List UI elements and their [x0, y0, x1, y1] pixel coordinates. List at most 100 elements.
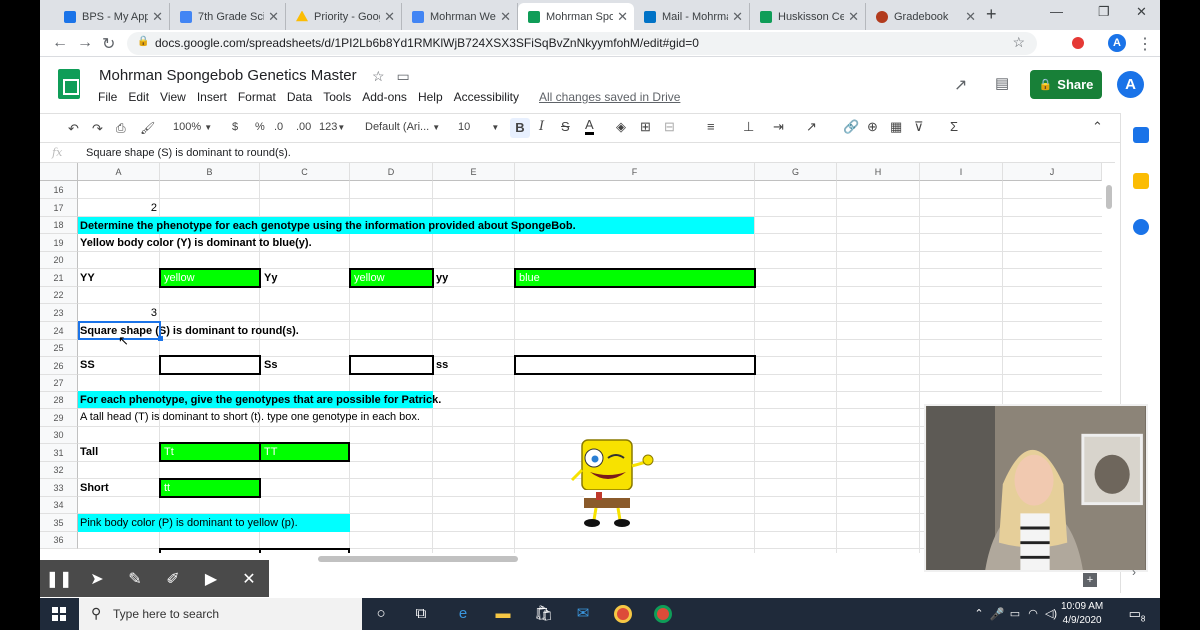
url-bar[interactable]: 🔒 docs.google.com/spreadsheets/d/1PI2Lb6… — [127, 32, 1037, 55]
window-close-icon[interactable]: ✕ — [1136, 4, 1147, 20]
row-header[interactable]: 25 — [40, 340, 78, 357]
cell-f21[interactable]: blue — [514, 268, 756, 288]
column-header[interactable]: E — [433, 163, 515, 181]
task-view-icon[interactable]: ⧉ — [412, 605, 430, 623]
text-rotation-icon[interactable]: ↗ — [806, 119, 817, 135]
redo-icon[interactable]: ↷ — [92, 121, 103, 137]
activity-trend-icon[interactable]: ↗ — [954, 75, 967, 95]
spongebob-image[interactable] — [568, 436, 658, 528]
pause-icon[interactable]: ❚❚ — [40, 560, 78, 597]
webcam-icon[interactable]: ▶ — [192, 560, 230, 597]
row-header[interactable]: 27 — [40, 375, 78, 392]
wifi-icon[interactable]: ◠ — [1024, 605, 1042, 623]
share-button[interactable]: 🔒 Share — [1030, 70, 1102, 99]
decrease-decimal-button[interactable]: .0 — [274, 121, 283, 133]
comments-icon[interactable]: ▤ — [995, 74, 1009, 92]
taskbar-clock[interactable]: 10:09 AM 4/9/2020 — [1061, 600, 1103, 628]
font-select[interactable]: Default (Ari... ▼ — [365, 121, 440, 133]
menu-edit[interactable]: Edit — [128, 90, 149, 104]
vertical-scrollbar[interactable] — [1106, 185, 1112, 209]
formula-bar[interactable]: fx Square shape (S) is dominant to round… — [40, 143, 1115, 163]
row-header[interactable]: 29 — [40, 409, 78, 427]
document-title[interactable]: Mohrman Spongebob Genetics Master — [99, 67, 357, 84]
cell-row35-instruction[interactable]: Pink body color (P) is dominant to yello… — [78, 514, 350, 532]
close-icon[interactable]: ✕ — [152, 9, 163, 25]
row-header[interactable]: 24 — [40, 322, 78, 340]
highlighter-icon[interactable]: ✐ — [154, 560, 192, 597]
row-header[interactable]: 28 — [40, 392, 78, 409]
strikethrough-button[interactable]: S — [561, 119, 570, 134]
menu-help[interactable]: Help — [418, 90, 443, 104]
cell-c26[interactable]: Ss — [262, 356, 350, 374]
horizontal-align-icon[interactable]: ≡ — [707, 119, 715, 134]
bold-button[interactable]: B — [510, 118, 530, 138]
row-header[interactable]: 34 — [40, 497, 78, 514]
cell-row18-instruction[interactable]: Determine the phenotype for each genotyp… — [78, 217, 754, 234]
notifications-icon[interactable]: ▭8 — [1128, 605, 1146, 624]
volume-icon[interactable]: ◁) — [1042, 605, 1060, 623]
currency-format-button[interactable]: $ — [232, 121, 238, 133]
print-icon[interactable]: ⎙ — [116, 121, 126, 136]
cell-row19-text[interactable]: Yellow body color (Y) is dominant to blu… — [78, 234, 478, 252]
edge-icon[interactable]: e — [454, 605, 472, 623]
fill-color-icon[interactable]: ◈ — [616, 119, 626, 135]
column-header[interactable]: A — [78, 163, 160, 181]
restore-icon[interactable]: ❐ — [1098, 4, 1110, 20]
row-header[interactable]: 20 — [40, 252, 78, 269]
collapse-toolbar-icon[interactable]: ⌃ — [1092, 119, 1103, 135]
bookmark-star-icon[interactable]: ☆ — [1012, 34, 1025, 51]
store-icon[interactable]: 🛍 — [534, 605, 553, 623]
close-icon[interactable]: ✕ — [965, 9, 976, 25]
column-header[interactable]: H — [837, 163, 920, 181]
close-icon[interactable]: ✕ — [384, 9, 395, 25]
microphone-icon[interactable]: 🎤 — [988, 605, 1006, 623]
row-header[interactable]: 26 — [40, 357, 78, 375]
increase-decimal-button[interactable]: .00 — [296, 121, 311, 133]
cell-b37-answer-box[interactable] — [159, 548, 261, 553]
windows-start-icon[interactable] — [52, 607, 66, 621]
star-icon[interactable]: ☆ — [372, 68, 385, 84]
cell-d21[interactable]: yellow — [349, 268, 434, 288]
row-header[interactable]: 18 — [40, 217, 78, 234]
column-header[interactable]: I — [920, 163, 1003, 181]
cell-a21[interactable]: YY — [78, 269, 160, 287]
row-header[interactable]: 32 — [40, 462, 78, 479]
add-icon[interactable]: + — [1083, 573, 1097, 587]
chrome-icon[interactable] — [614, 605, 632, 623]
cell-d26-answer-box[interactable] — [349, 355, 434, 375]
font-size-select[interactable]: 10 ▼ — [458, 121, 499, 133]
paint-format-icon[interactable]: 🖌 — [140, 121, 155, 135]
cell-row28-instruction[interactable]: For each phenotype, give the genotypes t… — [78, 391, 441, 408]
row-header[interactable]: 19 — [40, 234, 78, 252]
close-icon[interactable]: ✕ — [617, 9, 628, 25]
close-recorder-icon[interactable]: ✕ — [230, 560, 268, 597]
pointer-icon[interactable]: ➤ — [78, 560, 116, 597]
row-header[interactable]: 16 — [40, 181, 78, 199]
profile-avatar[interactable]: A — [1108, 34, 1126, 52]
insert-comment-icon[interactable]: ⊕ — [867, 119, 878, 135]
vertical-align-icon[interactable]: ⊥ — [743, 119, 754, 135]
functions-icon[interactable]: Σ — [950, 119, 958, 134]
close-icon[interactable]: ✕ — [848, 9, 859, 25]
chrome-menu-icon[interactable]: ⋮ — [1137, 34, 1153, 54]
row-header[interactable]: 17 — [40, 199, 78, 217]
cell-a23[interactable]: 3 — [78, 304, 160, 322]
expand-panel-icon[interactable]: › — [1132, 565, 1136, 579]
cell-b21[interactable]: yellow — [159, 268, 261, 288]
browser-tab[interactable]: BPS - My Apps✕ — [54, 3, 170, 30]
browser-tab[interactable]: Huskisson Cele✕ — [750, 3, 866, 30]
file-explorer-icon[interactable]: ▬ — [494, 605, 512, 623]
close-icon[interactable]: ✕ — [268, 9, 279, 25]
row-header[interactable]: 36 — [40, 532, 78, 549]
select-all-corner[interactable] — [40, 163, 78, 181]
cell-c21[interactable]: Yy — [262, 269, 350, 287]
menu-accessibility[interactable]: Accessibility — [454, 90, 519, 104]
percent-format-button[interactable]: % — [255, 121, 265, 133]
close-icon[interactable]: ✕ — [500, 9, 511, 25]
row-header[interactable]: 21 — [40, 269, 78, 287]
column-header[interactable]: B — [160, 163, 260, 181]
column-header[interactable]: G — [755, 163, 837, 181]
browser-tab[interactable]: Mail - Mohrma ✕ — [634, 3, 750, 30]
menu-format[interactable]: Format — [238, 90, 276, 104]
extension-icon[interactable] — [1072, 37, 1084, 49]
